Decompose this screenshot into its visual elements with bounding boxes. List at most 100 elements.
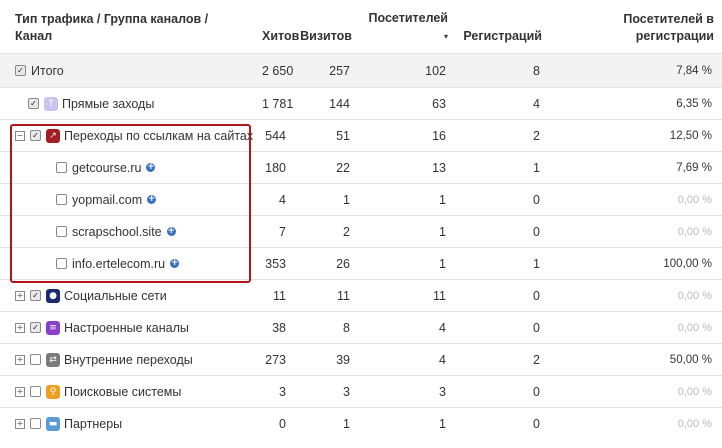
rate-cell: 12,50 % [550,119,722,152]
row-checkbox[interactable]: ✓ [30,290,41,301]
add-channel-icon[interactable]: + [146,163,156,172]
arrow-up-icon: ↑ [44,96,58,111]
hits-cell: 2 650 [262,53,296,88]
rate-cell: 50,00 % [550,343,722,376]
table-row: − ✓ ↗ Переходы по ссылкам на сайтах 544 … [0,119,722,152]
visitors-cell: 13 [360,151,456,184]
visits-cell: 1 [296,183,360,216]
row-checkbox[interactable]: ✓ [28,98,39,109]
row-checkbox[interactable]: ✓ [30,322,41,333]
hits-cell: 1 781 [262,87,296,120]
row-name-cell: − ✓ ↗ Переходы по ссылкам на сайтах [0,119,262,152]
swap-icon: ⇄ [46,352,60,367]
col-source-line2: Канал [15,29,53,43]
rate-cell: 7,84 % [550,53,722,88]
registrations-cell: 0 [456,407,550,439]
sort-desc-icon[interactable]: ▾ [444,32,448,41]
table-row: yopmail.com + 4 1 1 0 0,00 % [0,183,722,216]
row-checkbox[interactable]: ✓ [30,130,41,141]
row-checkbox[interactable] [56,226,67,237]
expand-icon[interactable]: + [15,418,25,429]
col-source-header[interactable]: Тип трафика / Группа каналов / Канал [0,0,262,54]
row-label: Партнеры [64,416,123,431]
traffic-table: Тип трафика / Группа каналов / Канал Хито… [0,0,722,439]
visitors-cell: 1 [360,407,456,439]
row-label: Социальные сети [64,288,167,303]
visitors-cell: 1 [360,247,456,280]
visitors-cell: 63 [360,87,456,120]
registrations-cell: 2 [456,343,550,376]
row-name-cell: + ⇄ Внутренние переходы [0,343,262,376]
row-label: yopmail.com [72,192,143,207]
visitors-cell: 16 [360,119,456,152]
hits-cell: 38 [262,311,296,344]
registrations-cell: 0 [456,279,550,312]
visitors-cell: 4 [360,343,456,376]
col-source-line1: Тип трафика / Группа каналов / [15,12,209,26]
col-rate-line2: регистрации [635,29,714,43]
hits-cell: 7 [262,215,296,248]
registrations-cell: 0 [456,183,550,216]
rate-cell: 0,00 % [550,215,722,248]
row-checkbox[interactable]: ✓ [15,65,26,76]
expand-icon[interactable]: + [15,290,25,301]
col-visitors-label: Посетителей [368,11,449,25]
visitors-cell: 102 [360,53,456,88]
registrations-cell: 8 [456,53,550,88]
row-checkbox[interactable] [56,258,67,269]
visits-cell: 8 [296,311,360,344]
add-channel-icon[interactable]: + [147,195,157,204]
hits-cell: 3 [262,375,296,408]
row-label: Поисковые системы [64,384,182,399]
row-checkbox[interactable] [56,162,67,173]
visits-cell: 39 [296,343,360,376]
col-visitors-header[interactable]: Посетителей ▾ [360,0,456,54]
row-checkbox[interactable] [56,194,67,205]
table-header: Тип трафика / Группа каналов / Канал Хито… [0,0,722,54]
table-row: info.ertelecom.ru + 353 26 1 1 100,00 % [0,247,722,280]
traffic-report: Тип трафика / Группа каналов / Канал Хито… [0,0,722,448]
rate-cell: 0,00 % [550,311,722,344]
table-row: + ⇄ Внутренние переходы 273 39 4 2 50,00… [0,343,722,376]
row-name-cell: getcourse.ru + [0,151,262,184]
col-rate-header[interactable]: Посетителей в регистрации [550,0,722,54]
registrations-cell: 0 [456,215,550,248]
row-name-cell: + ⚲ Поисковые системы [0,375,262,408]
row-checkbox[interactable] [30,354,41,365]
visits-cell: 22 [296,151,360,184]
registrations-cell: 4 [456,87,550,120]
hits-cell: 180 [262,151,296,184]
row-name-cell: ✓ Итого [0,53,262,88]
hits-cell: 11 [262,279,296,312]
row-label: Переходы по ссылкам на сайтах [64,128,254,143]
row-name-cell: yopmail.com + [0,183,262,216]
registrations-cell: 0 [456,375,550,408]
expand-icon[interactable]: + [15,354,25,365]
col-hits-header[interactable]: Хитов [262,0,299,54]
col-rate-line1: Посетителей в [623,12,714,26]
hits-cell: 353 [262,247,296,280]
visitors-cell: 3 [360,375,456,408]
row-checkbox[interactable] [30,418,41,429]
hits-cell: 4 [262,183,296,216]
collapse-icon[interactable]: − [15,130,25,141]
row-name-cell: info.ertelecom.ru + [0,247,262,280]
visitors-cell: 1 [360,183,456,216]
visits-cell: 144 [296,87,360,120]
search-icon: ⚲ [46,384,60,399]
add-channel-icon[interactable]: + [170,259,180,268]
add-channel-icon[interactable]: + [166,227,176,236]
col-visits-header[interactable]: Визитов [296,0,360,54]
table-row: + ✓ ≡ Настроенные каналы 38 8 4 0 0,00 % [0,311,722,344]
expand-icon[interactable]: + [15,386,25,397]
row-label: Настроенные каналы [64,320,189,335]
row-checkbox[interactable] [30,386,41,397]
hits-cell: 0 [262,407,296,439]
list-icon: ≡ [46,320,60,335]
visits-cell: 3 [296,375,360,408]
chat-icon: ▬ [46,416,60,431]
col-registrations-header[interactable]: Регистраций [456,0,550,54]
person-icon: ● [46,288,60,303]
expand-icon[interactable]: + [15,322,25,333]
hits-cell: 544 [262,119,296,152]
